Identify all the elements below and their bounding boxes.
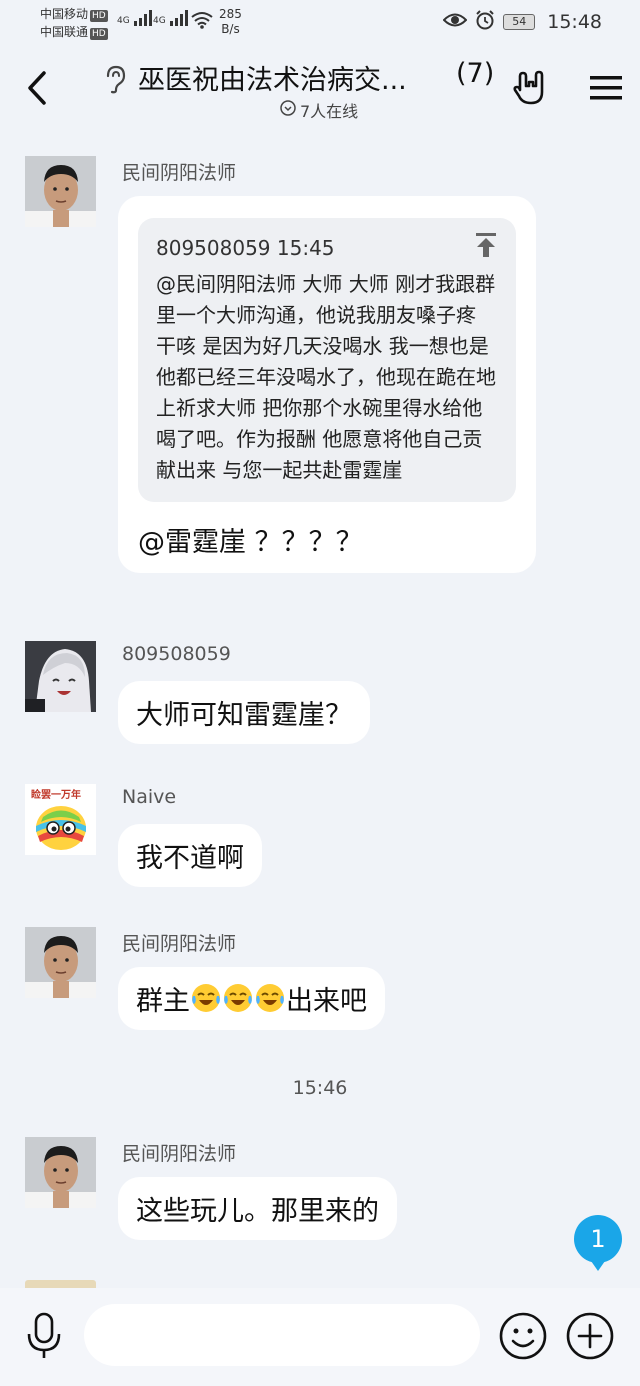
message-input[interactable] [84, 1304, 480, 1366]
sender-name: 民间阴阳法师 [122, 933, 237, 955]
message-text: 这些玩儿。那里来的 [136, 1196, 379, 1227]
signal-icon-1: 4G [117, 10, 153, 26]
avatar-caption: 睑罢一万年 [31, 790, 81, 801]
quote-header: 809508059 15:45 [156, 235, 335, 260]
carrier-2: 中国联通 [40, 25, 89, 39]
quote-text: @民间阴阳法师 大师 大师 刚才我跟群里一个大师沟通，他说我朋友嗓子疼 干咳 是… [156, 272, 496, 482]
avatar[interactable] [25, 927, 96, 998]
message-bubble[interactable]: 大师可知雷霆崖？ [118, 681, 370, 744]
crying-laugh-emoji [256, 984, 284, 1012]
hd-badge-2: HD [90, 28, 108, 40]
microphone-icon[interactable] [24, 1312, 64, 1360]
signal-icon-2: 4G [153, 10, 189, 26]
eye-icon [442, 11, 468, 33]
avatar[interactable] [25, 1137, 96, 1208]
menu-icon[interactable] [590, 74, 622, 102]
avatar[interactable] [25, 641, 96, 712]
sender-name: 民间阴阳法师 [122, 1143, 237, 1165]
status-time: 15:48 [547, 11, 602, 33]
message-text: 群主 [136, 986, 190, 1017]
message-bubble[interactable]: 809508059 15:45 @民间阴阳法师 大师 大师 刚才我跟群里一个大师… [118, 196, 536, 573]
group-title[interactable]: 巫医祝由法术治病交... [138, 58, 407, 97]
ear-icon[interactable] [100, 64, 128, 94]
online-status[interactable]: 7人在线 [280, 98, 358, 122]
rock-hand-icon[interactable] [512, 70, 550, 106]
battery-icon: 54 [503, 14, 536, 30]
member-count: (7) [456, 58, 495, 89]
plus-icon[interactable] [565, 1311, 615, 1361]
online-count-label: 7人在线 [300, 102, 359, 121]
input-bar [0, 1288, 640, 1386]
alarm-icon [475, 10, 495, 34]
message-text-suffix: 出来吧 [286, 986, 367, 1017]
message-bubble[interactable]: 群主 出来吧 [118, 967, 385, 1030]
sender-name: 809508059 [122, 643, 231, 665]
message-text: @雷霆崖 ？？？？ [138, 527, 363, 558]
message-bubble[interactable]: 我不道啊 [118, 824, 262, 887]
avatar[interactable] [25, 156, 96, 227]
chevron-down-icon [280, 100, 296, 120]
sender-name: 民间阴阳法师 [122, 162, 237, 184]
hd-badge-1: HD [90, 10, 108, 22]
timestamp: 15:46 [292, 1077, 348, 1099]
status-bar: 中国移动 HD 中国联通 HD 4G 4G 285 B/s 54 15:48 [0, 0, 640, 46]
sender-name: Naive [122, 786, 177, 808]
message-text: 我不道啊 [136, 843, 244, 874]
jump-to-top-icon[interactable] [474, 232, 498, 263]
avatar[interactable]: 睑罢一万年 [25, 784, 96, 855]
quoted-message[interactable]: 809508059 15:45 @民间阴阳法师 大师 大师 刚才我跟群里一个大师… [138, 218, 516, 502]
wifi-icon [190, 11, 214, 33]
back-icon[interactable] [24, 68, 54, 108]
carrier-1: 中国移动 [40, 7, 89, 21]
message-text: 大师可知雷霆崖？ [136, 700, 352, 731]
crying-laugh-emoji [192, 984, 220, 1012]
chat-header: 巫医祝由法术治病交... (7) 7人在线 [0, 46, 640, 130]
avatar[interactable] [25, 1280, 96, 1288]
unread-badge[interactable]: 1 [574, 1215, 622, 1271]
emoji-icon[interactable] [498, 1311, 548, 1361]
net-speed: 285 B/s [219, 7, 242, 36]
crying-laugh-emoji [224, 984, 252, 1012]
carrier-info: 中国移动 HD 中国联通 HD [40, 5, 108, 41]
message-bubble[interactable]: 这些玩儿。那里来的 [118, 1177, 397, 1240]
